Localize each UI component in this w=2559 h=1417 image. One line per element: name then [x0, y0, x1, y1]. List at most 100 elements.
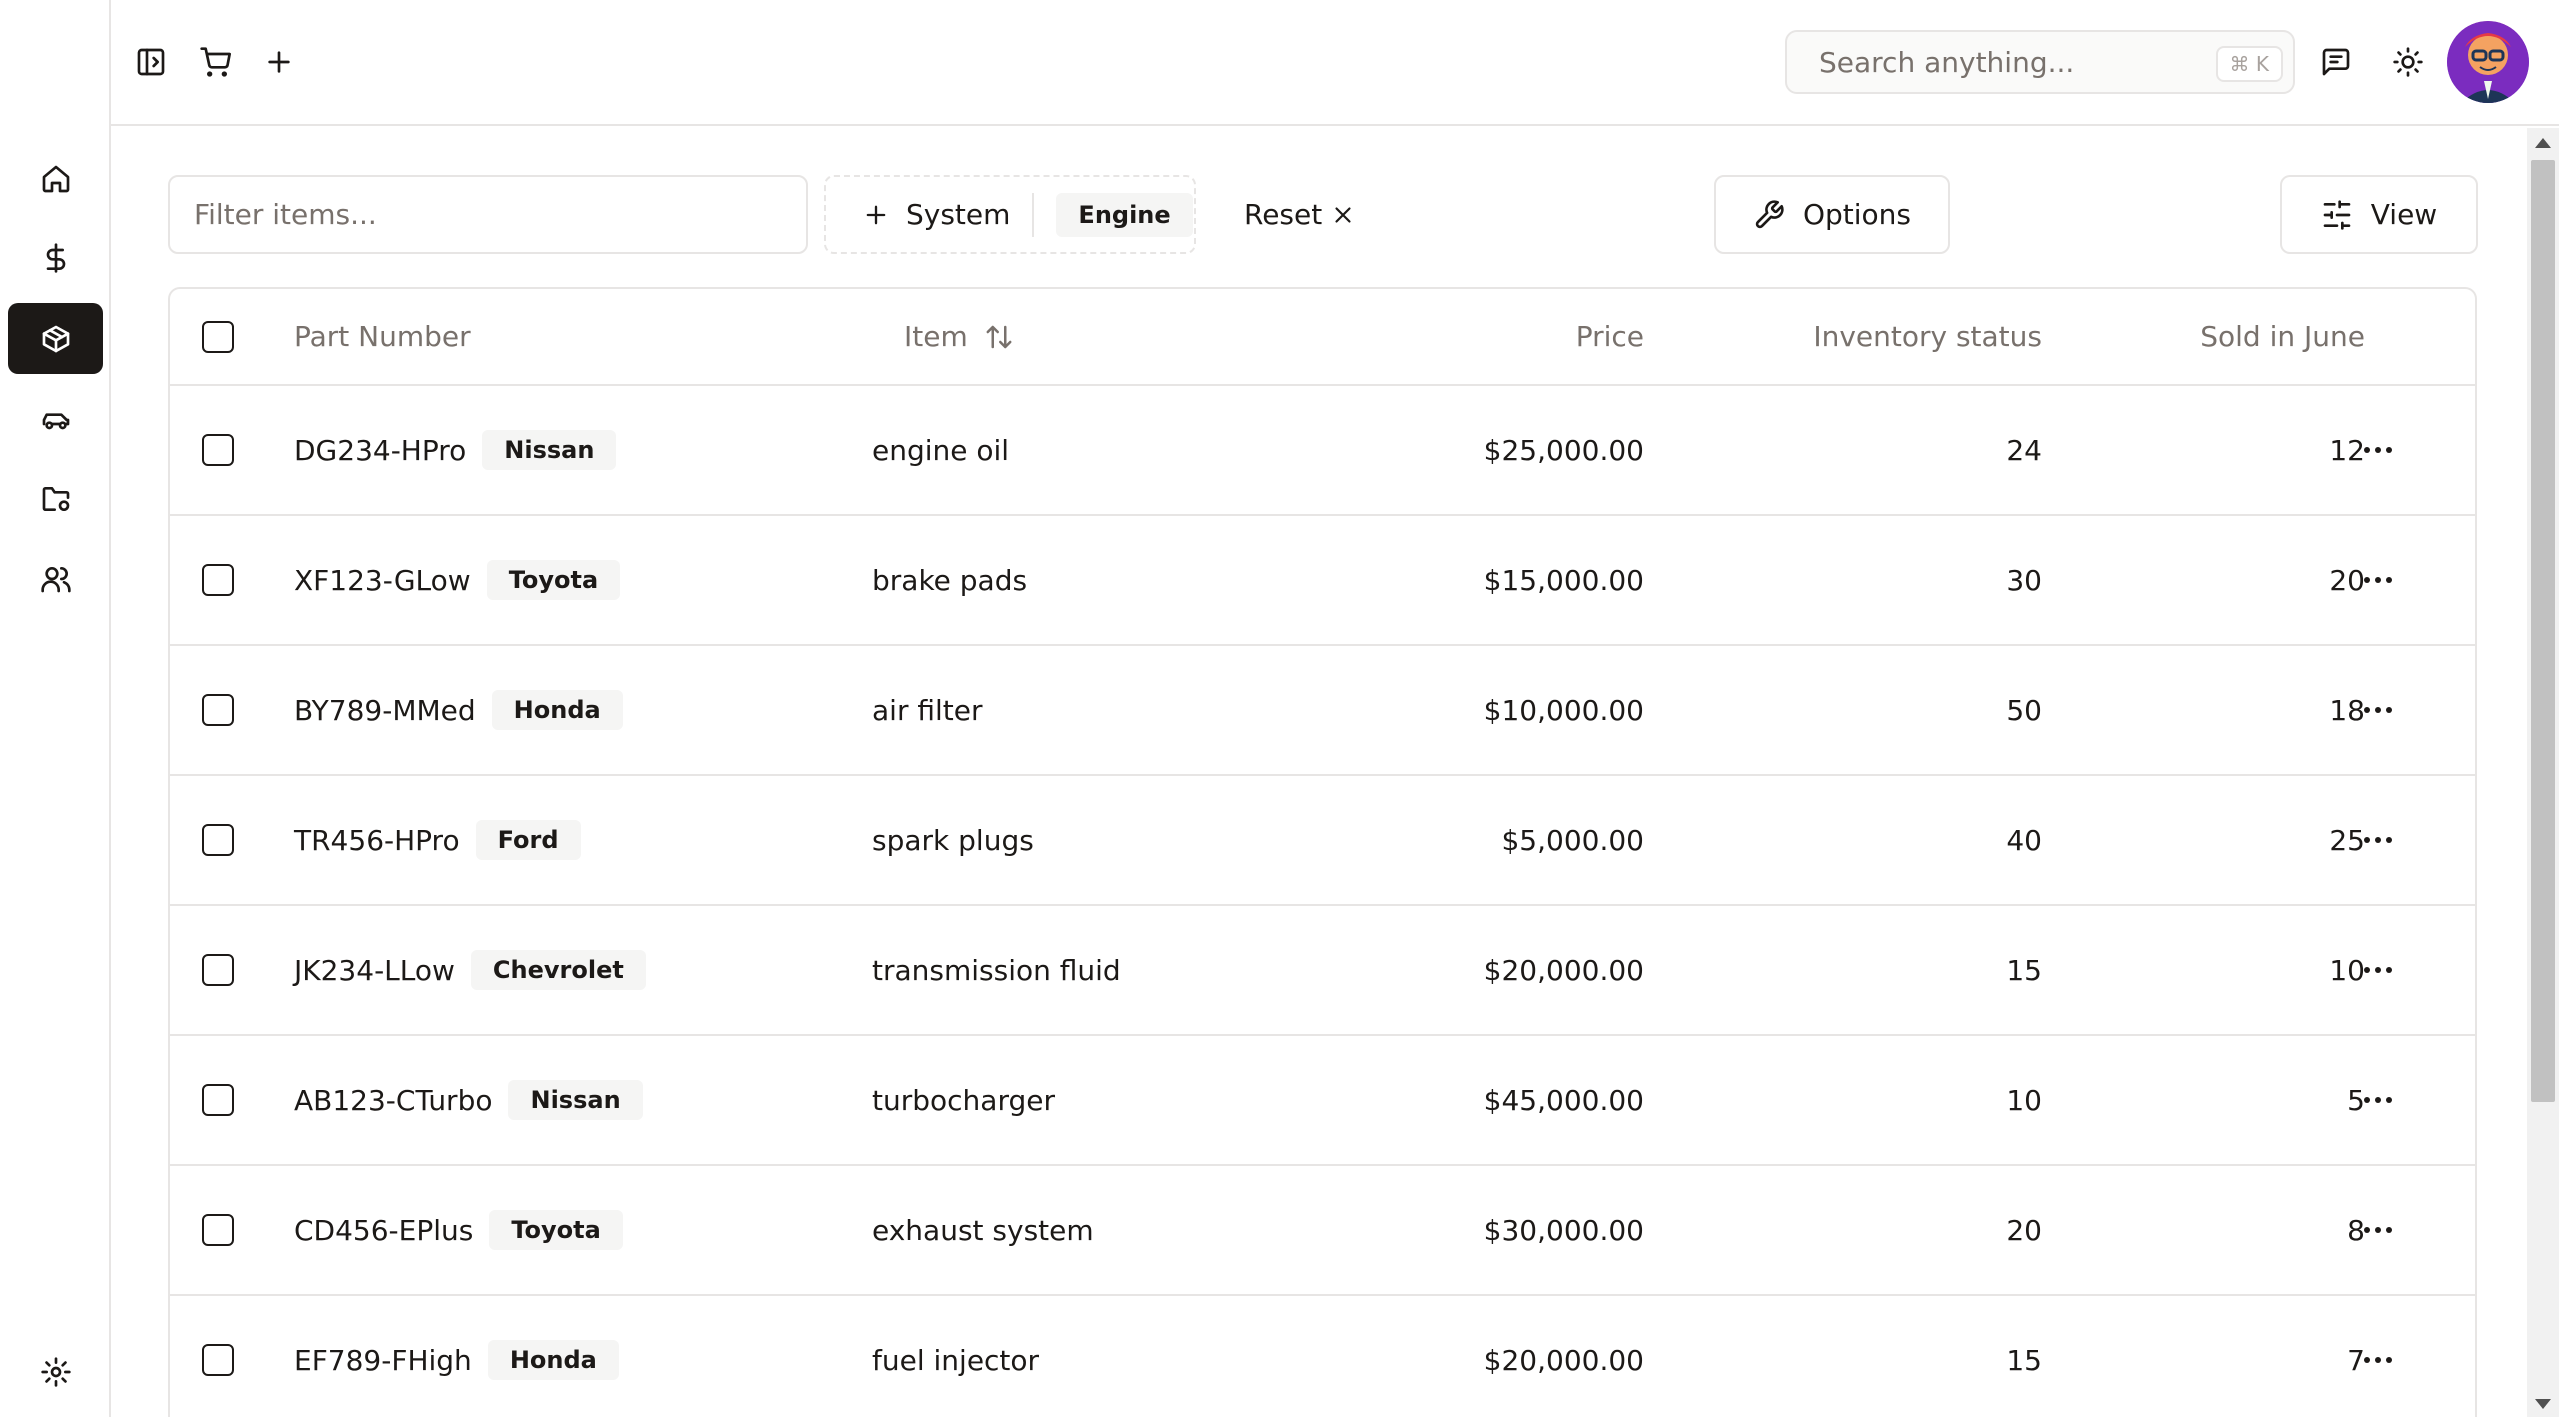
row-checkbox[interactable] — [202, 1344, 234, 1376]
package-icon — [42, 325, 69, 352]
row-actions-button[interactable] — [2348, 1166, 2408, 1294]
row-actions-button[interactable] — [2348, 776, 2408, 904]
scroll-up-arrow[interactable] — [2535, 138, 2551, 148]
view-button[interactable]: View — [2280, 175, 2478, 254]
car-icon — [42, 412, 69, 429]
sidebar-toggle-icon — [137, 48, 165, 76]
part-number-cell: JK234-LLow Chevrolet — [294, 906, 646, 1034]
row-select-cell — [202, 516, 234, 644]
more-horizontal-icon — [2364, 1357, 2392, 1363]
messages-button[interactable] — [2316, 42, 2356, 82]
avatar[interactable] — [2447, 21, 2529, 103]
row-checkbox[interactable] — [202, 1084, 234, 1116]
table-header-row: Part Number Item Price Inventory status … — [170, 289, 2475, 386]
scroll-thumb[interactable] — [2531, 160, 2555, 1102]
item-cell: spark plugs — [872, 823, 1034, 857]
parts-table: Part Number Item Price Inventory status … — [168, 287, 2477, 1417]
inventory-cell: 50 — [2006, 693, 2042, 727]
search-input[interactable]: Search anything... ⌘ K — [1785, 30, 2295, 94]
part-number: AB123-CTurbo — [294, 1083, 493, 1117]
part-number-cell: CD456-EPlus Toyota — [294, 1166, 623, 1294]
row-select-cell — [202, 386, 234, 514]
brand-badge: Honda — [487, 1340, 619, 1380]
view-label: View — [2370, 198, 2438, 231]
search-placeholder: Search anything... — [1819, 45, 2075, 79]
system-filter-button[interactable]: System Engine — [824, 175, 1196, 254]
sold-cell: 8 — [2347, 1213, 2365, 1247]
sidebar-item-vehicles[interactable] — [8, 384, 103, 455]
item-cell: brake pads — [872, 563, 1028, 597]
column-header-part-number[interactable]: Part Number — [294, 289, 471, 384]
home-icon — [42, 165, 69, 192]
row-actions-button[interactable] — [2348, 1036, 2408, 1164]
select-all-checkbox[interactable] — [202, 320, 234, 353]
column-header-item[interactable]: Item — [904, 289, 1014, 384]
table-row[interactable]: XF123-GLow Toyota brake pads $15,000.00 … — [170, 516, 2475, 646]
select-all-cell — [202, 289, 234, 384]
price-cell: $5,000.00 — [1501, 823, 1644, 857]
reset-button[interactable]: Reset — [1228, 175, 1372, 254]
theme-toggle-button[interactable] — [2388, 42, 2428, 82]
part-number: JK234-LLow — [294, 953, 455, 987]
row-checkbox[interactable] — [202, 694, 234, 726]
row-select-cell — [202, 1166, 234, 1294]
row-actions-button[interactable] — [2348, 646, 2408, 774]
more-horizontal-icon — [2364, 967, 2392, 973]
table-row[interactable]: JK234-LLow Chevrolet transmission fluid … — [170, 906, 2475, 1036]
page-scrollbar[interactable] — [2527, 128, 2559, 1417]
more-horizontal-icon — [2364, 707, 2392, 713]
column-header-price[interactable]: Price — [1270, 289, 1644, 384]
part-number: DG234-HPro — [294, 433, 467, 467]
table-row[interactable]: AB123-CTurbo Nissan turbocharger $45,000… — [170, 1036, 2475, 1166]
column-header-sold[interactable]: Sold in June — [2070, 289, 2365, 384]
wrench-icon — [1755, 199, 1784, 228]
sidebar-toggle-button[interactable] — [131, 42, 171, 82]
item-cell: air filter — [872, 693, 983, 727]
inventory-cell: 20 — [2006, 1213, 2042, 1247]
price-cell: $25,000.00 — [1483, 433, 1644, 467]
item-cell: exhaust system — [872, 1213, 1094, 1247]
cart-icon — [200, 47, 231, 77]
row-select-cell — [202, 1296, 234, 1417]
row-checkbox[interactable] — [202, 954, 234, 986]
column-header-inventory[interactable]: Inventory status — [1670, 289, 2042, 384]
sidebar-item-billing[interactable] — [8, 222, 103, 293]
row-checkbox[interactable] — [202, 1214, 234, 1246]
sold-cell: 7 — [2347, 1343, 2365, 1377]
price-cell: $20,000.00 — [1483, 1343, 1644, 1377]
table-row[interactable]: BY789-MMed Honda air filter $10,000.00 5… — [170, 646, 2475, 776]
table-row[interactable]: DG234-HPro Nissan engine oil $25,000.00 … — [170, 386, 2475, 516]
row-actions-button[interactable] — [2348, 906, 2408, 1034]
scroll-down-arrow[interactable] — [2535, 1399, 2551, 1409]
part-number: XF123-GLow — [294, 563, 471, 597]
filter-input[interactable]: Filter items... — [168, 175, 808, 254]
brand-badge: Ford — [475, 820, 581, 860]
part-number-cell: BY789-MMed Honda — [294, 646, 623, 774]
sold-cell: 5 — [2347, 1083, 2365, 1117]
inventory-cell: 40 — [2006, 823, 2042, 857]
system-filter-label: System — [906, 198, 1011, 231]
row-actions-button[interactable] — [2348, 1296, 2408, 1417]
sidebar-item-settings[interactable] — [8, 1342, 103, 1402]
plus-icon — [866, 205, 886, 224]
add-button[interactable] — [259, 42, 299, 82]
options-button[interactable]: Options — [1714, 175, 1950, 254]
sidebar-item-inventory[interactable] — [8, 303, 103, 374]
table-row[interactable]: CD456-EPlus Toyota exhaust system $30,00… — [170, 1166, 2475, 1296]
brand-badge: Chevrolet — [470, 950, 646, 990]
reset-label: Reset — [1244, 198, 1323, 231]
table-row[interactable]: TR456-HPro Ford spark plugs $5,000.00 40… — [170, 776, 2475, 906]
sidebar-item-users[interactable] — [8, 543, 103, 614]
row-checkbox[interactable] — [202, 824, 234, 856]
row-actions-button[interactable] — [2348, 386, 2408, 514]
table-row[interactable]: EF789-FHigh Honda fuel injector $20,000.… — [170, 1296, 2475, 1417]
sidebar-item-folders[interactable] — [8, 463, 103, 534]
brand-badge: Toyota — [489, 1210, 623, 1250]
row-actions-button[interactable] — [2348, 516, 2408, 644]
row-checkbox[interactable] — [202, 564, 234, 596]
sold-cell: 10 — [2329, 953, 2365, 987]
sliders-icon — [2323, 199, 2351, 230]
cart-button[interactable] — [195, 42, 235, 82]
row-checkbox[interactable] — [202, 434, 234, 466]
sidebar-item-home[interactable] — [8, 143, 103, 214]
